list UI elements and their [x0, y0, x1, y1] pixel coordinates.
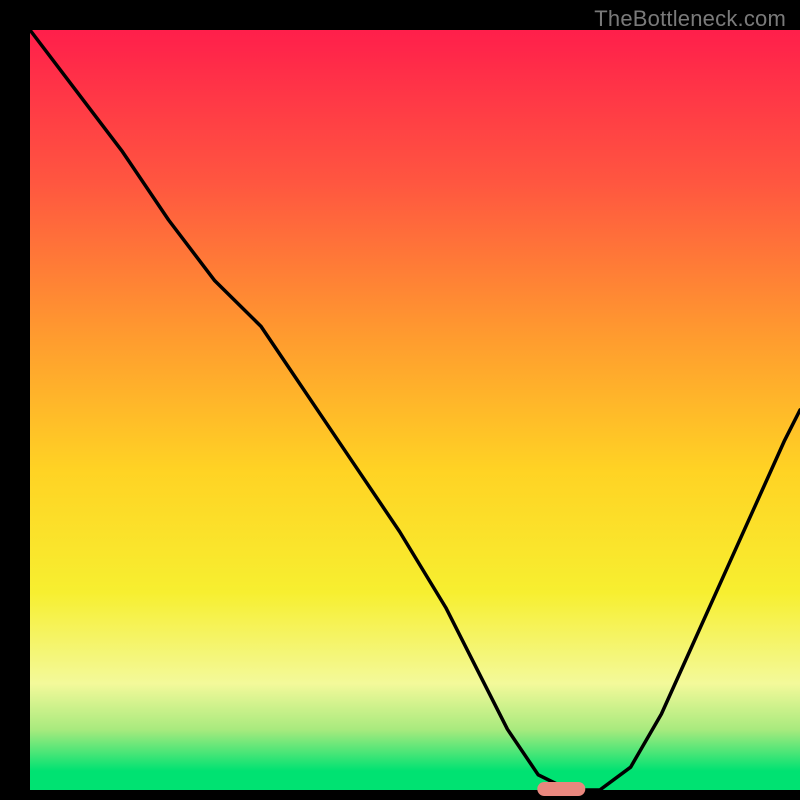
- optimal-point-marker: [537, 782, 585, 796]
- watermark-text: TheBottleneck.com: [594, 6, 786, 32]
- plot-background: [30, 30, 800, 790]
- bottleneck-chart: [0, 0, 800, 800]
